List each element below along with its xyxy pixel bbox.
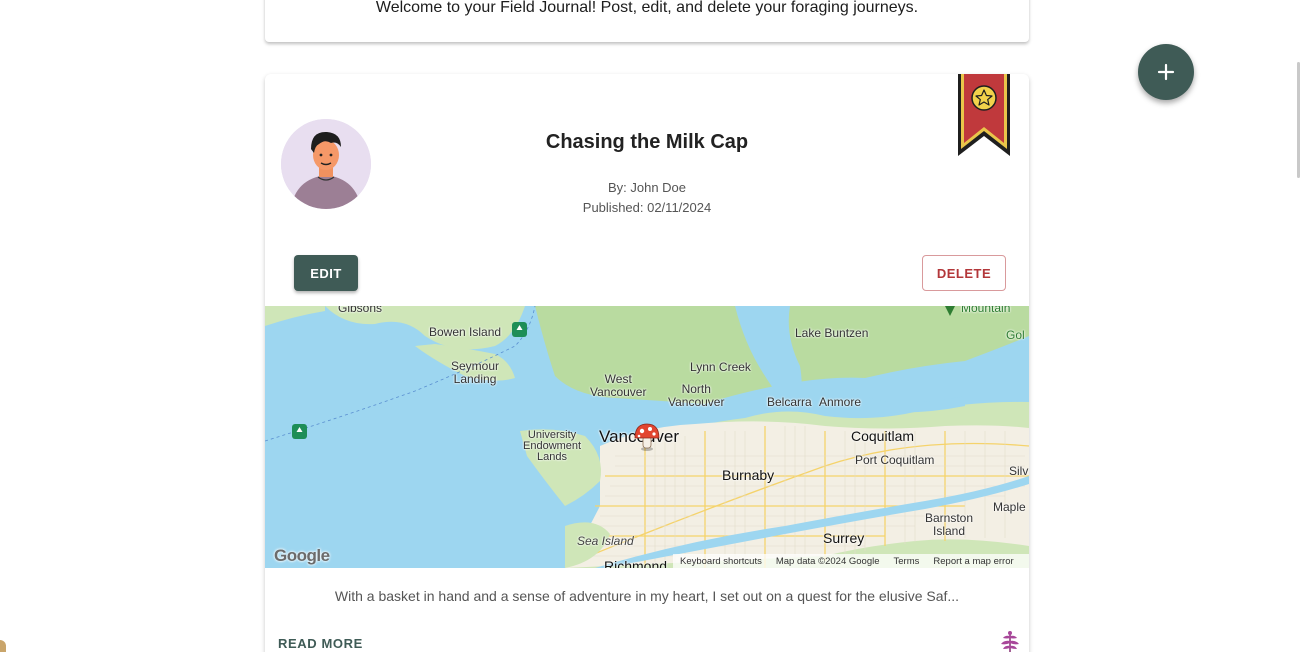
post-excerpt: With a basket in hand and a sense of adv… [334,588,960,604]
map-label-lake-buntzen: Lake Buntzen [795,326,869,340]
read-more-button[interactable]: READ MORE [278,636,363,651]
edit-button[interactable]: EDIT [294,255,358,291]
map-label-barnston-island: Barnston Island [925,511,974,538]
map-label-sea-island: Sea Island [577,534,634,548]
google-logo: Google [274,546,330,565]
map-label-burnaby: Burnaby [722,467,775,483]
map-label-coquitlam: Coquitlam [851,428,915,444]
map-label-university-endowment-lands: University Endowment Lands [523,429,582,463]
post-published-date: Published: 02/11/2024 [582,200,712,215]
post-author: By: John Doe [607,180,687,195]
page-corner-decoration [0,640,6,652]
map-label-bowen-island: Bowen Island [429,325,502,339]
mushroom-marker-icon[interactable] [633,422,661,452]
map-label-north-vancouver: North Vancouver [668,382,725,409]
map-attribution-bar: Keyboard shortcuts Map data ©2024 Google… [673,554,1029,568]
post-card: Chasing the Milk Cap By: John Doe Publis… [265,74,1029,652]
plus-icon [1157,63,1175,81]
map-label-mountain: Mountain [961,306,1011,315]
map-label-gol: Gol [1006,328,1025,342]
map-label-gibsons: Gibsons [338,306,383,315]
map-label-lynn-creek: Lynn Creek [690,360,751,374]
map-label-anmore: Anmore [819,395,862,409]
map-label-belcarra: Belcarra [767,395,812,409]
journey-map[interactable]: Gibsons Bowen Island Seymour Landing Lak… [265,306,1029,568]
map-label-maple: Maple [993,500,1026,514]
map-label-surrey: Surrey [823,530,865,546]
delete-button[interactable]: DELETE [922,255,1006,291]
map-label-seymour-landing: Seymour Landing [451,359,500,386]
welcome-text: Welcome to your Field Journal! Post, edi… [375,0,919,16]
map-data-attribution: Map data ©2024 Google [775,555,880,567]
welcome-banner: Welcome to your Field Journal! Post, edi… [265,0,1029,42]
map-label-richmond: Richmond [604,558,668,568]
map-label-silv: Silv [1009,464,1029,478]
terms-link[interactable]: Terms [887,556,927,567]
map-label-port-coquitlam: Port Coquitlam [855,453,935,467]
add-post-button[interactable] [1138,44,1194,100]
report-map-error-link[interactable]: Report a map error [926,556,1020,567]
post-title: Chasing the Milk Cap [545,131,749,153]
keyboard-shortcuts-link[interactable]: Keyboard shortcuts [673,556,769,567]
bookmark-star-icon[interactable] [957,74,1011,156]
map-label-west-vancouver: West Vancouver [590,372,647,399]
field-journal-page: Welcome to your Field Journal! Post, edi… [0,0,1300,652]
fern-icon [1001,631,1019,652]
